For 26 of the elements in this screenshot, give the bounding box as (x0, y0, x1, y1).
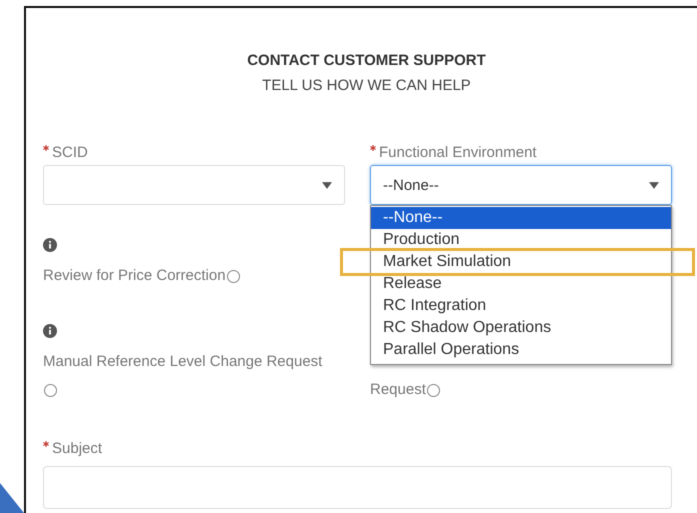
radio-button[interactable] (226, 270, 240, 283)
dropdown-option[interactable]: Parallel Operations (371, 339, 671, 361)
corner-triangle (0, 483, 24, 513)
option-label: Review for Price Correction (43, 262, 333, 290)
info-icon (43, 324, 57, 338)
dropdown-option[interactable]: Release (371, 273, 671, 295)
radio-button[interactable] (44, 384, 57, 397)
form-subtitle: TELL US HOW WE CAN HELP (262, 77, 471, 94)
option-label: Manual Reference Level Change Request (43, 348, 333, 404)
subject-input[interactable] (43, 466, 672, 509)
field-label: Subject (52, 440, 102, 457)
dropdown-option[interactable]: RC Integration (371, 295, 671, 317)
select-field[interactable]: --None-- (370, 165, 672, 205)
field-label: Functional Environment (379, 144, 537, 161)
caret-icon (649, 182, 659, 188)
dropdown-option[interactable]: --None-- (371, 207, 671, 229)
form-title: CONTACT CUSTOMER SUPPORT (247, 52, 486, 69)
select-field[interactable] (43, 165, 345, 205)
dropdown-option[interactable]: Market Simulation (371, 251, 671, 273)
dropdown-option[interactable]: RC Shadow Operations (371, 317, 671, 339)
info-icon (43, 238, 57, 252)
caret-icon (322, 182, 332, 188)
field-label: SCID (52, 144, 88, 161)
option-label: Request (370, 376, 660, 404)
radio-button[interactable] (426, 384, 440, 397)
dropdown-option[interactable]: Production (371, 229, 671, 251)
